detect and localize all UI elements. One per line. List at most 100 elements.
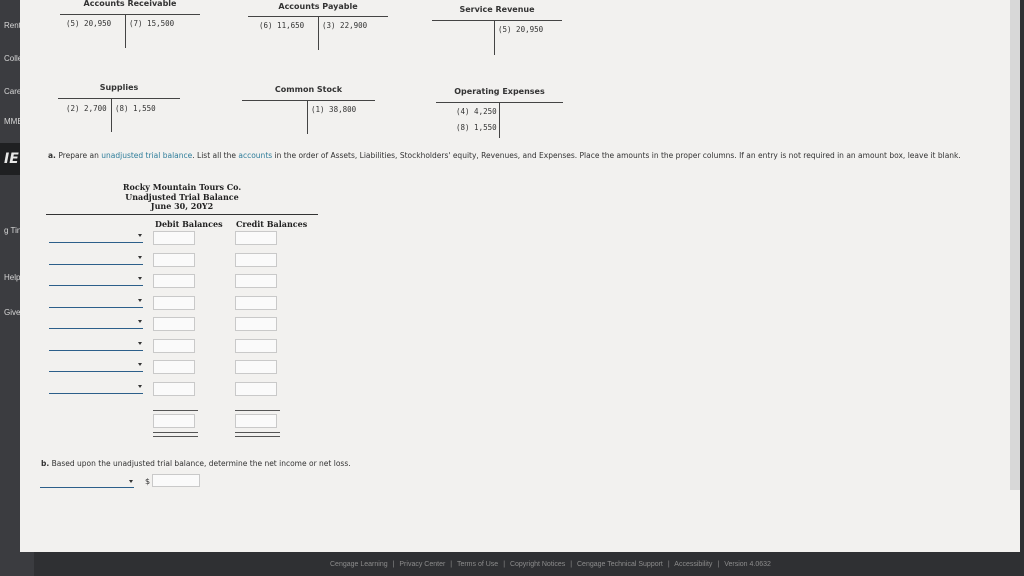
footer-links: Cengage Learning | Privacy Center | Terms … [330, 561, 773, 568]
t-account-divider [111, 98, 112, 132]
t-account-divider [307, 100, 308, 134]
credit-amount-input[interactable] [235, 231, 277, 245]
t-account-debit-entry: (4) 4,250 [456, 107, 497, 116]
sidebar-item-help[interactable]: Help [4, 273, 20, 282]
t-account-credit-entry: (7) 15,500 [129, 19, 175, 28]
credit-amount-input[interactable] [235, 274, 277, 288]
credit-total-input[interactable] [235, 414, 277, 428]
footer-separator: | [570, 561, 573, 568]
debit-amount-input[interactable] [153, 338, 195, 353]
t-account-title: Accounts Receivable [83, 0, 177, 8]
footer-link-copyright-notices[interactable]: Copyright Notices [510, 561, 565, 568]
t-account-credit-entry: (1) 38,800 [311, 105, 357, 114]
footer-link-cengage-learning[interactable]: Cengage Learning [330, 561, 388, 568]
net-income-amount-input[interactable] [152, 474, 200, 487]
chevron-down-icon [138, 384, 142, 388]
credit-amount-input[interactable] [235, 252, 277, 267]
account-select[interactable] [49, 253, 143, 265]
chevron-down-icon [138, 298, 142, 302]
t-account-divider [125, 14, 126, 48]
t-account-credit-entry: (5) 20,950 [498, 25, 544, 34]
debit-total-rule [153, 410, 198, 411]
t-account-title: Supplies [99, 83, 139, 92]
instructions-text: Prepare an [58, 151, 102, 160]
t-account-divider [494, 20, 495, 55]
credit-total-double-rule [235, 432, 280, 437]
t-account-title: Service Revenue [459, 5, 535, 14]
part-b-marker: b. [41, 459, 50, 468]
chevron-down-icon [138, 320, 142, 323]
credit-amount-input[interactable] [235, 317, 277, 331]
sidebar-item-give-feedback[interactable]: Give [4, 308, 20, 317]
footer-separator: | [450, 561, 453, 568]
t-account-top-rule [60, 14, 200, 15]
chevron-down-icon [138, 341, 142, 345]
footer-version: Version 4.0632 [724, 561, 771, 568]
footer-link-technical-support[interactable]: Cengage Technical Support [577, 561, 663, 568]
chevron-down-icon [138, 255, 142, 259]
t-account-operating-expenses: Operating Expenses (4) 4,250 (8) 1,550 [436, 86, 563, 138]
debit-total-input[interactable] [153, 414, 195, 428]
chevron-down-icon [138, 234, 142, 237]
debit-amount-input[interactable] [153, 360, 195, 374]
credit-amount-input[interactable] [235, 295, 277, 310]
chevron-down-icon [138, 277, 142, 280]
t-account-title: Accounts Payable [278, 2, 358, 11]
footer-link-accessibility[interactable]: Accessibility [674, 561, 712, 568]
account-select[interactable] [49, 274, 143, 286]
account-select[interactable] [49, 231, 143, 243]
credit-amount-input[interactable] [235, 381, 277, 396]
currency-symbol: $ [145, 477, 151, 486]
t-account-debit-entry: (2) 2,700 [66, 104, 107, 113]
t-account-accounts-receivable: Accounts Receivable (5) 20,950 (7) 15,50… [60, 0, 200, 48]
debit-amount-input[interactable] [153, 231, 195, 245]
net-income-loss-select[interactable] [40, 477, 134, 488]
footer-link-privacy-center[interactable]: Privacy Center [399, 561, 445, 568]
t-account-supplies: Supplies (2) 2,700 (8) 1,550 [58, 82, 180, 132]
account-select[interactable] [49, 339, 143, 351]
sidebar-logo-text: IE [4, 151, 19, 167]
credit-total-rule [235, 410, 280, 411]
instructions-part-b: b. Based upon the unadjusted trial balan… [41, 459, 351, 468]
t-account-top-rule [242, 100, 375, 101]
debit-total-double-rule [153, 432, 198, 437]
t-account-service-revenue: Service Revenue (5) 20,950 [432, 0, 562, 55]
trial-balance-heading: Rocky Mountain Tours Co. Unadjusted Tria… [46, 182, 318, 212]
account-select[interactable] [49, 382, 143, 394]
credit-amount-input[interactable] [235, 338, 277, 353]
sidebar-item-timer[interactable]: g Tin [4, 226, 21, 235]
unadjusted-trial-balance-link[interactable]: unadjusted trial balance [101, 151, 192, 160]
t-account-divider [318, 16, 319, 50]
footer-separator: | [392, 561, 395, 568]
instructions-part-a: a. Prepare an unadjusted trial balance. … [48, 150, 988, 161]
chevron-down-icon [138, 363, 142, 366]
t-account-divider [499, 102, 500, 138]
t-account-top-rule [432, 20, 562, 21]
footer-separator: | [667, 561, 670, 568]
t-account-debit-entry: (6) 11,650 [259, 21, 305, 30]
debit-amount-input[interactable] [153, 381, 195, 396]
debit-amount-input[interactable] [153, 317, 195, 331]
part-a-marker: a. [48, 151, 56, 160]
debit-amount-input[interactable] [153, 274, 195, 288]
part-b-text: Based upon the unadjusted trial balance,… [51, 459, 351, 468]
account-select[interactable] [49, 360, 143, 372]
accounts-link[interactable]: accounts [238, 151, 272, 160]
t-account-common-stock: Common Stock (1) 38,800 [242, 84, 375, 134]
t-account-credit-entry: (3) 22,900 [322, 21, 368, 30]
t-account-debit-entry: (5) 20,950 [66, 19, 112, 28]
debit-amount-input[interactable] [153, 252, 195, 267]
account-select[interactable] [49, 317, 143, 329]
account-select[interactable] [49, 296, 143, 308]
t-account-debit-entry: (8) 1,550 [456, 123, 497, 132]
chevron-down-icon [129, 480, 133, 483]
t-account-accounts-payable: Accounts Payable (6) 11,650 (3) 22,900 [248, 0, 388, 50]
t-account-top-rule [58, 98, 180, 99]
footer-link-terms-of-use[interactable]: Terms of Use [457, 561, 498, 568]
credit-amount-input[interactable] [235, 360, 277, 374]
debit-amount-input[interactable] [153, 295, 195, 310]
footer-separator: | [503, 561, 506, 568]
t-account-title: Common Stock [274, 85, 343, 94]
credit-balances-header: Credit Balances [236, 219, 308, 229]
scrollbar[interactable] [1010, 0, 1020, 490]
